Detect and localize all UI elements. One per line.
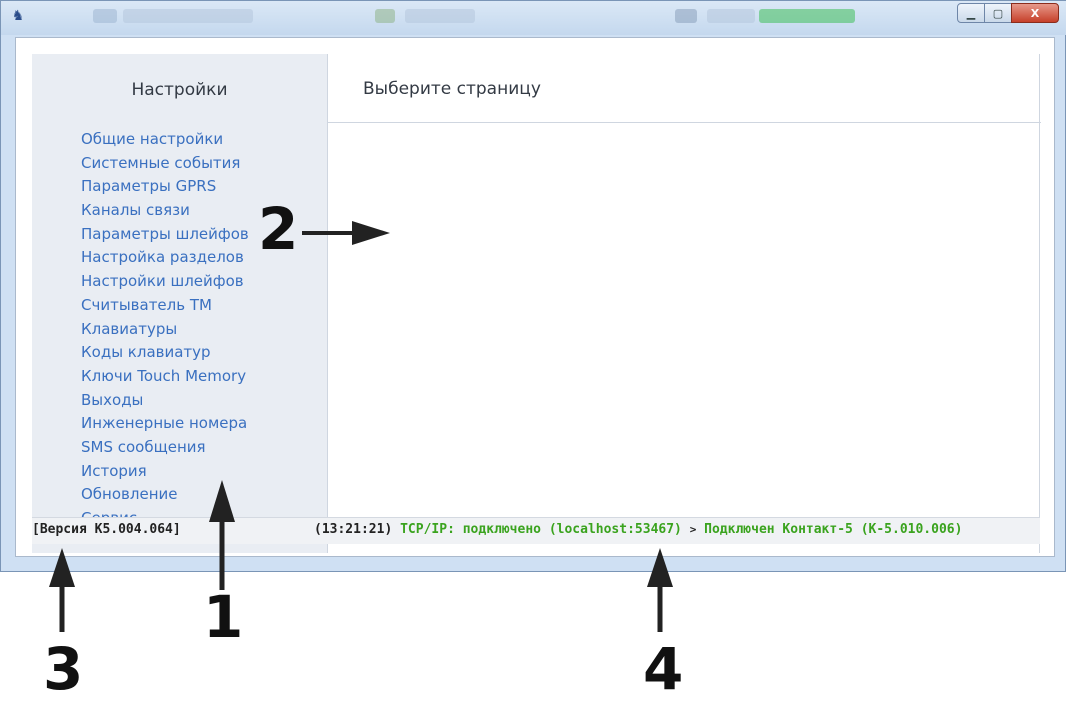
- arrow-2-head: [352, 221, 390, 245]
- arrow-4-head: [647, 548, 673, 587]
- annotation-number-3: 3: [43, 635, 84, 703]
- arrow-1-head: [209, 480, 235, 522]
- annotation-number-1: 1: [203, 583, 244, 651]
- arrow-3-head: [49, 548, 75, 587]
- annotation-number-2: 2: [258, 195, 299, 263]
- annotation-arrows: [49, 221, 673, 632]
- annotation-number-4: 4: [643, 635, 684, 703]
